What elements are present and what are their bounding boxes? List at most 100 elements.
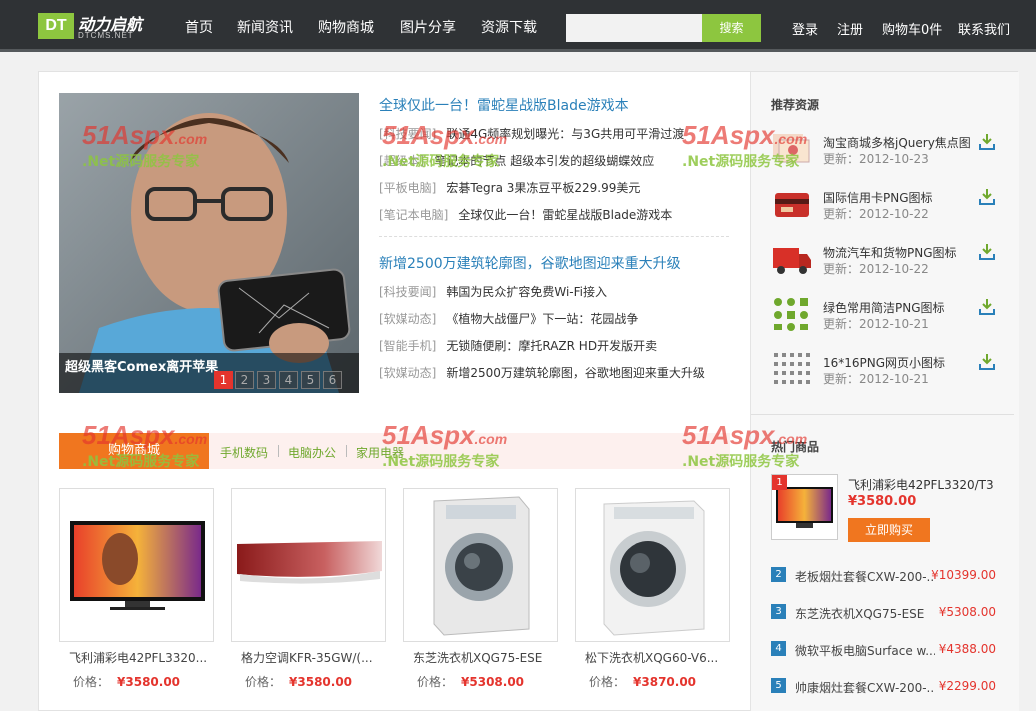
category-appliance[interactable]: 家用电器 <box>356 444 404 461</box>
hot-product-name[interactable]: 东芝洗衣机XQG75-ESE <box>795 605 935 622</box>
news-item[interactable]: [软媒动态] 新增2500万建筑轮廓图，谷歌地图迎来重大升级 <box>379 364 705 381</box>
news-category[interactable]: [软媒动态] <box>379 312 436 326</box>
date-value: 2012-10-22 <box>859 207 929 221</box>
resource-title[interactable]: 绿色常用简洁PNG图标 <box>823 299 945 316</box>
category-digital[interactable]: 手机数码 <box>220 444 268 461</box>
news-category[interactable]: [平板电脑] <box>379 181 436 195</box>
product-card[interactable]: 松下洗衣机XQG60-V6... 价格： ¥3870.00 <box>575 488 730 690</box>
download-icon[interactable] <box>977 297 997 317</box>
news-link[interactable]: 笔记本的节点 超级本引发的超级蝴蝶效应 <box>434 154 654 168</box>
nav-photos[interactable]: 图片分享 <box>400 17 456 37</box>
slider-page-4[interactable]: 4 <box>279 371 298 389</box>
login-link[interactable]: 登录 <box>792 19 818 38</box>
product-name[interactable]: 东芝洗衣机XQG75-ESE <box>413 649 553 666</box>
focus-slider[interactable]: 超级黑客Comex离开苹果 1 2 3 4 5 6 <box>59 93 359 393</box>
date-label: 更新： <box>823 152 860 166</box>
site-logo[interactable]: DT 动力启航 DTCMS.NET <box>38 11 153 41</box>
nav-downloads[interactable]: 资源下载 <box>481 17 537 37</box>
news-link[interactable]: 韩国为民众扩容免费Wi-Fi接入 <box>446 285 607 299</box>
news-link[interactable]: 全球仅此一台！雷蛇星战版Blade游戏本 <box>458 208 672 222</box>
contact-link[interactable]: 联系我们 <box>958 19 1010 38</box>
slider-image[interactable] <box>59 93 359 393</box>
news-category[interactable]: [软媒动态] <box>379 366 436 380</box>
news-link[interactable]: 无锁随便刷：摩托RAZR HD开发版开卖 <box>446 339 657 353</box>
download-icon[interactable] <box>977 187 997 207</box>
resource-title[interactable]: 国际信用卡PNG图标 <box>823 189 933 206</box>
cart-link[interactable]: 购物车0件 <box>882 19 942 38</box>
product-name[interactable]: 松下洗衣机XQG60-V6... <box>585 649 725 666</box>
news-item[interactable]: [超级本] 笔记本的节点 超级本引发的超级蝴蝶效应 <box>379 152 654 169</box>
news-item[interactable]: [笔记本电脑] 全球仅此一台！雷蛇星战版Blade游戏本 <box>379 206 672 223</box>
news-category[interactable]: [超级本] <box>379 154 424 168</box>
search-input[interactable] <box>566 14 702 42</box>
nav-home[interactable]: 首页 <box>185 17 213 37</box>
resource-item[interactable]: 16*16PNG网页小图标 更新：2012-10-21 <box>771 350 1001 400</box>
slider-page-2[interactable]: 2 <box>235 371 254 389</box>
hot-product-name[interactable]: 微软平板电脑Surface w... <box>795 642 935 659</box>
resource-item[interactable]: 物流汽车和货物PNG图标 更新：2012-10-22 <box>771 240 1001 290</box>
news-category[interactable]: [科技要闻] <box>379 127 436 141</box>
hot-product-row[interactable]: 5 帅康烟灶套餐CXW-200-... ¥2299.00 <box>771 678 996 696</box>
hot-product-name[interactable]: 帅康烟灶套餐CXW-200-... <box>795 679 935 696</box>
resource-title[interactable]: 物流汽车和货物PNG图标 <box>823 244 957 261</box>
resource-thumb[interactable] <box>771 185 813 223</box>
slider-page-6[interactable]: 6 <box>323 371 342 389</box>
nav-news[interactable]: 新闻资讯 <box>237 17 293 37</box>
news-item[interactable]: [平板电脑] 宏碁Tegra 3果冻豆平板229.99美元 <box>379 179 640 196</box>
product-image[interactable] <box>403 488 558 642</box>
news-category[interactable]: [科技要闻] <box>379 285 436 299</box>
hot-product-row[interactable]: 3 东芝洗衣机XQG75-ESE ¥5308.00 <box>771 604 996 622</box>
download-icon[interactable] <box>977 242 997 262</box>
news-category[interactable]: [笔记本电脑] <box>379 208 448 222</box>
product-card[interactable]: 东芝洗衣机XQG75-ESE 价格： ¥5308.00 <box>403 488 558 690</box>
product-image[interactable] <box>59 488 214 642</box>
news-item[interactable]: [科技要闻] 联通4G频率规划曝光：与3G共用可平滑过渡 <box>379 125 684 142</box>
date-label: 更新： <box>823 262 860 276</box>
download-icon[interactable] <box>977 132 997 152</box>
product-name[interactable]: 飞利浦彩电42PFL3320... <box>69 649 209 666</box>
slider-page-1[interactable]: 1 <box>214 371 233 389</box>
slider-page-5[interactable]: 5 <box>301 371 320 389</box>
resource-title[interactable]: 16*16PNG网页小图标 <box>823 354 945 371</box>
product-card[interactable]: 格力空调KFR-35GW/(... 价格： ¥3580.00 <box>231 488 386 690</box>
hot-product-name[interactable]: 飞利浦彩电42PFL3320/T3 <box>848 476 994 493</box>
buy-now-button[interactable]: 立即购买 <box>848 518 930 542</box>
search-button[interactable]: 搜索 <box>702 14 761 42</box>
register-link[interactable]: 注册 <box>837 19 863 38</box>
resource-thumb[interactable] <box>771 130 813 168</box>
news-headline-1[interactable]: 全球仅此一台！雷蛇星战版Blade游戏本 <box>379 95 629 115</box>
slider-caption[interactable]: 超级黑客Comex离开苹果 <box>65 356 218 375</box>
product-name[interactable]: 格力空调KFR-35GW/(... <box>241 649 381 666</box>
product-image[interactable] <box>231 488 386 642</box>
news-headline-2[interactable]: 新增2500万建筑轮廓图，谷歌地图迎来重大升级 <box>379 253 681 273</box>
news-link[interactable]: 新增2500万建筑轮廓图，谷歌地图迎来重大升级 <box>446 366 705 380</box>
resource-thumb[interactable] <box>771 240 813 278</box>
nav-shop[interactable]: 购物商城 <box>318 17 374 37</box>
slider-page-3[interactable]: 3 <box>257 371 276 389</box>
hot-product-name[interactable]: 老板烟灶套餐CXW-200-... <box>795 568 935 585</box>
news-link[interactable]: 联通4G频率规划曝光：与3G共用可平滑过渡 <box>446 127 684 141</box>
download-icon[interactable] <box>977 352 997 372</box>
news-item[interactable]: [软媒动态] 《植物大战僵尸》下一站：花园战争 <box>379 310 638 327</box>
price-value: ¥3870.00 <box>633 675 697 689</box>
news-link[interactable]: 《植物大战僵尸》下一站：花园战争 <box>446 312 638 326</box>
news-link[interactable]: 宏碁Tegra 3果冻豆平板229.99美元 <box>446 181 640 195</box>
product-image[interactable] <box>575 488 730 642</box>
news-item[interactable]: [科技要闻] 韩国为民众扩容免费Wi-Fi接入 <box>379 283 607 300</box>
shop-category-bar: 购物商城 手机数码 电脑办公 家用电器 <box>59 433 730 469</box>
rank-badge: 1 <box>772 475 787 490</box>
resource-thumb[interactable] <box>771 350 813 388</box>
news-category[interactable]: [智能手机] <box>379 339 436 353</box>
hot-product-row[interactable]: 4 微软平板电脑Surface w... ¥4388.00 <box>771 641 996 659</box>
tab-shop[interactable]: 购物商城 <box>59 433 209 469</box>
news-item[interactable]: [智能手机] 无锁随便刷：摩托RAZR HD开发版开卖 <box>379 337 657 354</box>
category-office[interactable]: 电脑办公 <box>288 444 336 461</box>
resource-item[interactable]: 淘宝商城多格jQuery焦点图 更新：2012-10-23 <box>771 130 1001 180</box>
resource-title[interactable]: 淘宝商城多格jQuery焦点图 <box>823 134 971 151</box>
product-card[interactable]: 飞利浦彩电42PFL3320... 价格： ¥3580.00 <box>59 488 214 690</box>
resource-thumb[interactable] <box>771 295 813 333</box>
hot-product-row[interactable]: 2 老板烟灶套餐CXW-200-... ¥10399.00 <box>771 567 996 585</box>
product-price: 价格： ¥3870.00 <box>589 673 730 690</box>
resource-item[interactable]: 国际信用卡PNG图标 更新：2012-10-22 <box>771 185 1001 235</box>
resource-item[interactable]: 绿色常用简洁PNG图标 更新：2012-10-21 <box>771 295 1001 345</box>
